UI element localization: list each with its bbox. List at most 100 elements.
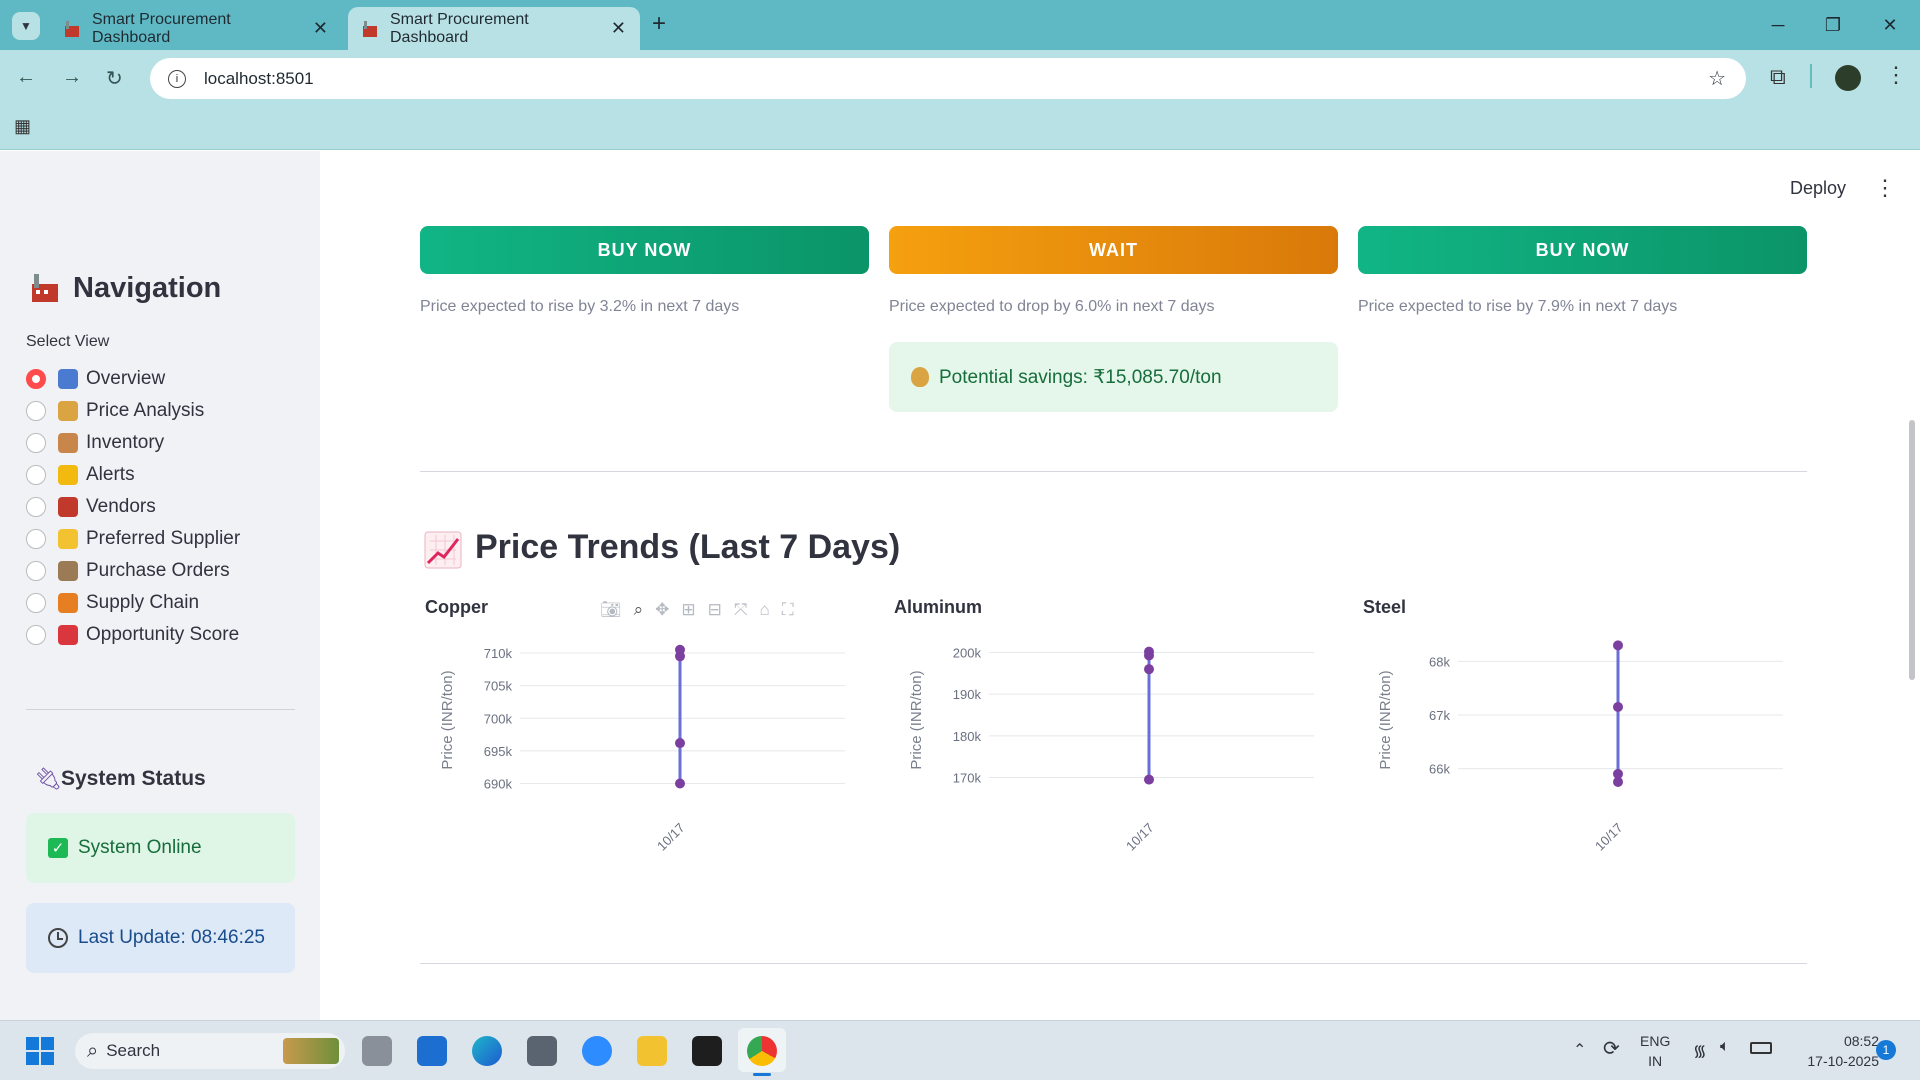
extensions-puzzle-icon[interactable]: ⧉: [1770, 64, 1786, 90]
notification-badge[interactable]: 1: [1876, 1040, 1896, 1060]
terminal-icon[interactable]: [692, 1036, 722, 1066]
x-tick-label: 10/17: [1123, 820, 1157, 854]
y-tick-label: 180k: [953, 729, 982, 744]
radio-preferred-supplier[interactable]: [26, 529, 46, 549]
radio-price-analysis[interactable]: [26, 401, 46, 421]
data-point[interactable]: [675, 778, 685, 789]
minimize-icon[interactable]: ─: [1758, 10, 1798, 40]
sidebar-item-overview[interactable]: Overview: [86, 368, 165, 390]
widgets-icon[interactable]: [417, 1036, 447, 1066]
edge-icon[interactable]: [472, 1036, 502, 1066]
system-online-card: ✓ System Online: [26, 813, 295, 883]
savings-card: Potential savings: ₹15,085.70/ton: [889, 342, 1338, 412]
wait-button-aluminum[interactable]: WAIT: [889, 226, 1338, 274]
browser-menu-kebab-icon[interactable]: ⋮: [1885, 62, 1907, 88]
home-icon[interactable]: ⌂: [759, 600, 769, 620]
buy-now-button-steel[interactable]: BUY NOW: [1358, 226, 1807, 274]
radio-inventory[interactable]: [26, 433, 46, 453]
last-update-card: Last Update: 08:46:25: [26, 903, 295, 973]
data-point[interactable]: [1144, 774, 1154, 785]
autoscale-icon[interactable]: ⤧: [734, 600, 748, 620]
zoom-app-icon[interactable]: [582, 1036, 612, 1066]
bookmarks-bar: [0, 107, 1920, 150]
restore-icon[interactable]: ❐: [1813, 10, 1853, 40]
fullscreen-icon[interactable]: ⛶: [782, 600, 794, 620]
copper-title-text: Copper: [425, 597, 488, 617]
new-tab-plus-icon[interactable]: +: [652, 10, 666, 38]
truck-icon: [58, 593, 78, 613]
camera-icon[interactable]: 📷︎: [600, 600, 622, 620]
sidebar-item-opportunity-score[interactable]: Opportunity Score: [86, 624, 239, 646]
factory-icon: [64, 20, 80, 38]
y-tick-label: 705k: [484, 679, 513, 694]
sidebar-item-alerts[interactable]: Alerts: [86, 464, 135, 486]
app-menu-kebab-icon[interactable]: ⋮: [1874, 175, 1896, 201]
close-tab-icon[interactable]: ✕: [611, 18, 626, 39]
target-icon: [58, 625, 78, 645]
tray-chevron-up-icon[interactable]: ⌃: [1573, 1040, 1586, 1060]
clock[interactable]: 08:52 17-10-2025: [1795, 1031, 1879, 1071]
zoom-icon[interactable]: ⌕: [634, 600, 644, 620]
battery-icon[interactable]: [1750, 1042, 1772, 1054]
volume-icon[interactable]: 🔈︎: [1720, 1038, 1730, 1056]
sidebar-item-preferred-supplier[interactable]: Preferred Supplier: [86, 528, 240, 550]
copper-hint: Price expected to rise by 3.2% in next 7…: [420, 298, 740, 315]
radio-overview[interactable]: [26, 369, 46, 389]
y-tick-label: 68k: [1429, 654, 1450, 669]
data-point[interactable]: [675, 738, 685, 749]
browser-tab-2-active[interactable]: Smart Procurement Dashboard ✕: [348, 7, 640, 50]
system-status-heading: System Status: [61, 767, 206, 790]
data-point[interactable]: [1613, 701, 1623, 712]
pan-icon[interactable]: ✥: [655, 600, 669, 620]
radio-purchase-orders[interactable]: [26, 561, 46, 581]
sidebar-item-price-analysis[interactable]: Price Analysis: [86, 400, 204, 422]
sidebar-item-vendors[interactable]: Vendors: [86, 496, 156, 518]
sync-icon[interactable]: ⟳: [1603, 1036, 1620, 1061]
deploy-button[interactable]: Deploy: [1790, 178, 1846, 199]
buy-now-button-copper[interactable]: BUY NOW: [420, 226, 869, 274]
wifi-icon[interactable]: ᯾: [1693, 1039, 1707, 1061]
chart-title-copper: Copper: [425, 597, 488, 618]
windows-start-icon[interactable]: [26, 1037, 54, 1070]
radio-alerts[interactable]: [26, 465, 46, 485]
zoom-in-icon[interactable]: ⊞: [681, 600, 695, 620]
file-explorer-icon[interactable]: [637, 1036, 667, 1066]
close-tab-icon[interactable]: ✕: [313, 18, 328, 39]
data-point[interactable]: [1613, 776, 1623, 787]
steel-chart[interactable]: Price (INR/ton) 68k 67k 66k 10/17: [1358, 630, 1798, 860]
system-online-text: System Online: [78, 837, 202, 858]
camera-app-icon[interactable]: [527, 1036, 557, 1066]
apps-grid-icon[interactable]: ▦: [14, 116, 31, 137]
data-point[interactable]: [1613, 640, 1623, 651]
scrollbar-thumb[interactable]: [1909, 420, 1915, 680]
url-bar[interactable]: i localhost:8501 ☆: [150, 58, 1746, 99]
bookmark-star-icon[interactable]: ☆: [1708, 66, 1726, 91]
data-point[interactable]: [1144, 650, 1154, 661]
radio-vendors[interactable]: [26, 497, 46, 517]
factory-icon: [30, 272, 60, 309]
forward-arrow-icon[interactable]: →: [62, 66, 82, 89]
profile-avatar[interactable]: [1835, 65, 1861, 91]
language-indicator[interactable]: ENG IN: [1640, 1031, 1670, 1071]
chrome-icon[interactable]: [747, 1036, 777, 1066]
data-point[interactable]: [1144, 664, 1154, 675]
task-view-icon[interactable]: [362, 1036, 392, 1066]
data-point[interactable]: [675, 651, 685, 662]
taskbar-search[interactable]: ⌕ Search: [75, 1033, 345, 1069]
site-info-icon[interactable]: i: [168, 69, 186, 88]
zoom-out-icon[interactable]: ⊟: [708, 600, 722, 620]
back-arrow-icon[interactable]: ←: [16, 66, 36, 89]
y-tick-label: 66k: [1429, 762, 1450, 777]
radio-opportunity-score[interactable]: [26, 625, 46, 645]
sidebar-item-purchase-orders[interactable]: Purchase Orders: [86, 560, 230, 582]
aluminum-chart[interactable]: Price (INR/ton) 200k 190k 180k 170k 10/17: [889, 630, 1329, 860]
copper-chart[interactable]: Price (INR/ton) 710k 705k 700k 695k 690k 10/17: [420, 630, 860, 860]
sidebar-item-inventory[interactable]: Inventory: [86, 432, 164, 454]
tab-search-chevron-down-icon[interactable]: ▼: [12, 12, 40, 40]
sidebar-item-supply-chain[interactable]: Supply Chain: [86, 592, 199, 614]
close-window-icon[interactable]: ✕: [1870, 10, 1910, 40]
reload-icon[interactable]: ↻: [106, 66, 123, 91]
lang-text: ENG: [1640, 1033, 1671, 1049]
radio-supply-chain[interactable]: [26, 593, 46, 613]
browser-tab-1[interactable]: Smart Procurement Dashboard ✕: [50, 7, 342, 50]
